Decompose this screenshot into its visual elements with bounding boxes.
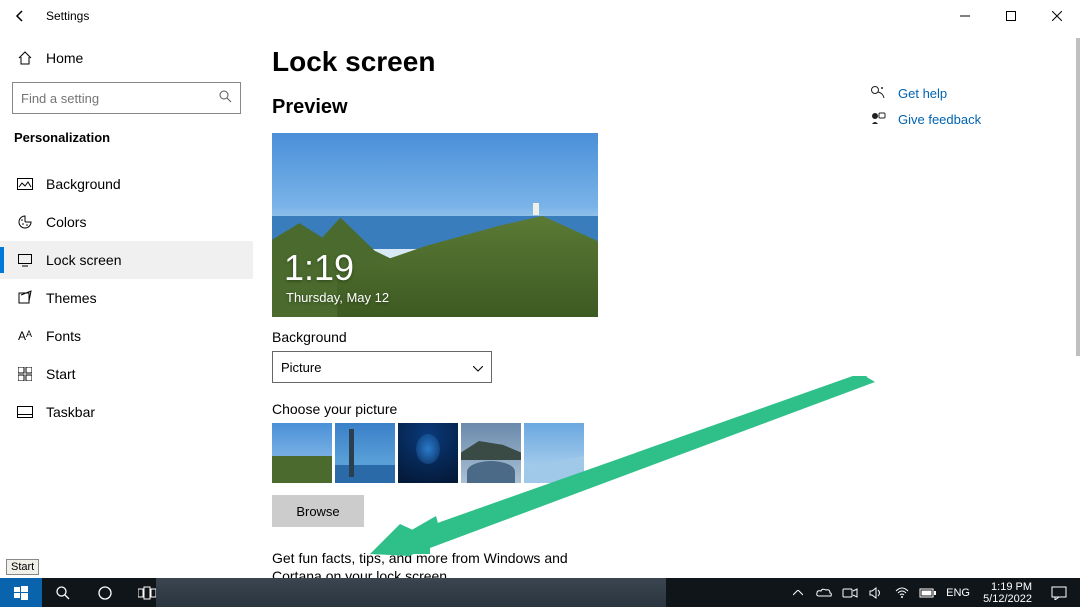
category-personalization[interactable]: Personalization [0, 122, 253, 153]
maximize-button[interactable] [988, 0, 1034, 32]
tips-label: Get fun facts, tips, and more from Windo… [272, 549, 612, 578]
active-indicator [0, 247, 4, 273]
nav-background[interactable]: Background [0, 165, 253, 203]
tray-chevron-up-icon[interactable] [789, 578, 807, 607]
picture-thumb-1[interactable] [272, 423, 332, 483]
picture-thumb-2[interactable] [335, 423, 395, 483]
nav-item-label: Taskbar [46, 404, 95, 420]
lock-screen-icon [16, 253, 34, 267]
fonts-icon: AA [16, 329, 34, 343]
clock-time: 1:19 PM [983, 581, 1032, 593]
settings-sidebar: Home Personalization Background Colors L… [0, 32, 253, 578]
lock-screen-preview: 1:19 Thursday, May 12 [272, 133, 598, 317]
feedback-icon [870, 110, 886, 129]
help-links: Get help Give feedback [870, 80, 1020, 132]
preview-date: Thursday, May 12 [286, 290, 389, 305]
nav-item-label: Start [46, 366, 76, 382]
picture-thumb-3[interactable] [398, 423, 458, 483]
page-title: Lock screen [272, 46, 1080, 78]
background-label: Background [272, 329, 1080, 345]
minimize-button[interactable] [942, 0, 988, 32]
link-text: Give feedback [898, 112, 981, 127]
start-button[interactable] [0, 578, 42, 607]
window-controls [942, 0, 1080, 32]
search-wrap [0, 82, 253, 114]
search-field[interactable] [21, 91, 218, 106]
dropdown-value: Picture [281, 360, 321, 375]
nav-themes[interactable]: Themes [0, 279, 253, 317]
link-text: Get help [898, 86, 947, 101]
background-dropdown[interactable]: Picture [272, 351, 492, 383]
home-icon [16, 50, 34, 66]
nav-item-label: Colors [46, 214, 86, 230]
browse-button[interactable]: Browse [272, 495, 364, 527]
nav-home-label: Home [46, 50, 83, 66]
chevron-down-icon [473, 360, 483, 375]
tray-onedrive-icon[interactable] [815, 578, 833, 607]
tray-battery-icon[interactable] [919, 578, 937, 607]
taskbar-cortana-button[interactable] [84, 578, 126, 607]
picture-thumbnails [272, 423, 1080, 483]
tray-language[interactable]: ENG [945, 578, 971, 607]
nav-item-label: Background [46, 176, 121, 192]
taskbar-running-apps[interactable] [156, 578, 666, 607]
back-button[interactable] [0, 0, 40, 32]
tray-meet-now-icon[interactable] [841, 578, 859, 607]
nav-fonts[interactable]: AA Fonts [0, 317, 253, 355]
nav-colors[interactable]: Colors [0, 203, 253, 241]
nav-taskbar[interactable]: Taskbar [0, 393, 253, 431]
picture-thumb-5[interactable] [524, 423, 584, 483]
help-icon [870, 84, 886, 103]
nav-lock-screen[interactable]: Lock screen [0, 241, 253, 279]
tray-wifi-icon[interactable] [893, 578, 911, 607]
taskbar: ENG 1:19 PM 5/12/2022 [0, 578, 1080, 607]
colors-icon [16, 214, 34, 230]
nav-item-label: Fonts [46, 328, 81, 344]
give-feedback-link[interactable]: Give feedback [870, 106, 1020, 132]
taskbar-icon [16, 406, 34, 418]
nav-item-label: Themes [46, 290, 97, 306]
clock-date: 5/12/2022 [983, 593, 1032, 605]
taskbar-search-button[interactable] [42, 578, 84, 607]
start-tooltip: Start [6, 559, 39, 575]
tray-volume-icon[interactable] [867, 578, 885, 607]
nav-item-label: Lock screen [46, 252, 121, 268]
nav-home[interactable]: Home [0, 40, 253, 76]
search-icon [218, 89, 232, 108]
preview-time: 1:19 [284, 247, 354, 289]
start-icon [16, 367, 34, 381]
picture-thumb-4[interactable] [461, 423, 521, 483]
close-button[interactable] [1034, 0, 1080, 32]
tray-clock[interactable]: 1:19 PM 5/12/2022 [979, 581, 1036, 605]
background-icon [16, 178, 34, 190]
search-input[interactable] [12, 82, 241, 114]
action-center-button[interactable] [1044, 586, 1074, 600]
themes-icon [16, 290, 34, 306]
nav-start[interactable]: Start [0, 355, 253, 393]
scrollbar[interactable] [1076, 38, 1080, 356]
get-help-link[interactable]: Get help [870, 80, 1020, 106]
app-title: Settings [46, 9, 89, 23]
background-section: Background Picture [272, 329, 1080, 383]
choose-picture-label: Choose your picture [272, 401, 1080, 417]
system-tray: ENG 1:19 PM 5/12/2022 [789, 578, 1080, 607]
titlebar: Settings [0, 0, 1080, 32]
